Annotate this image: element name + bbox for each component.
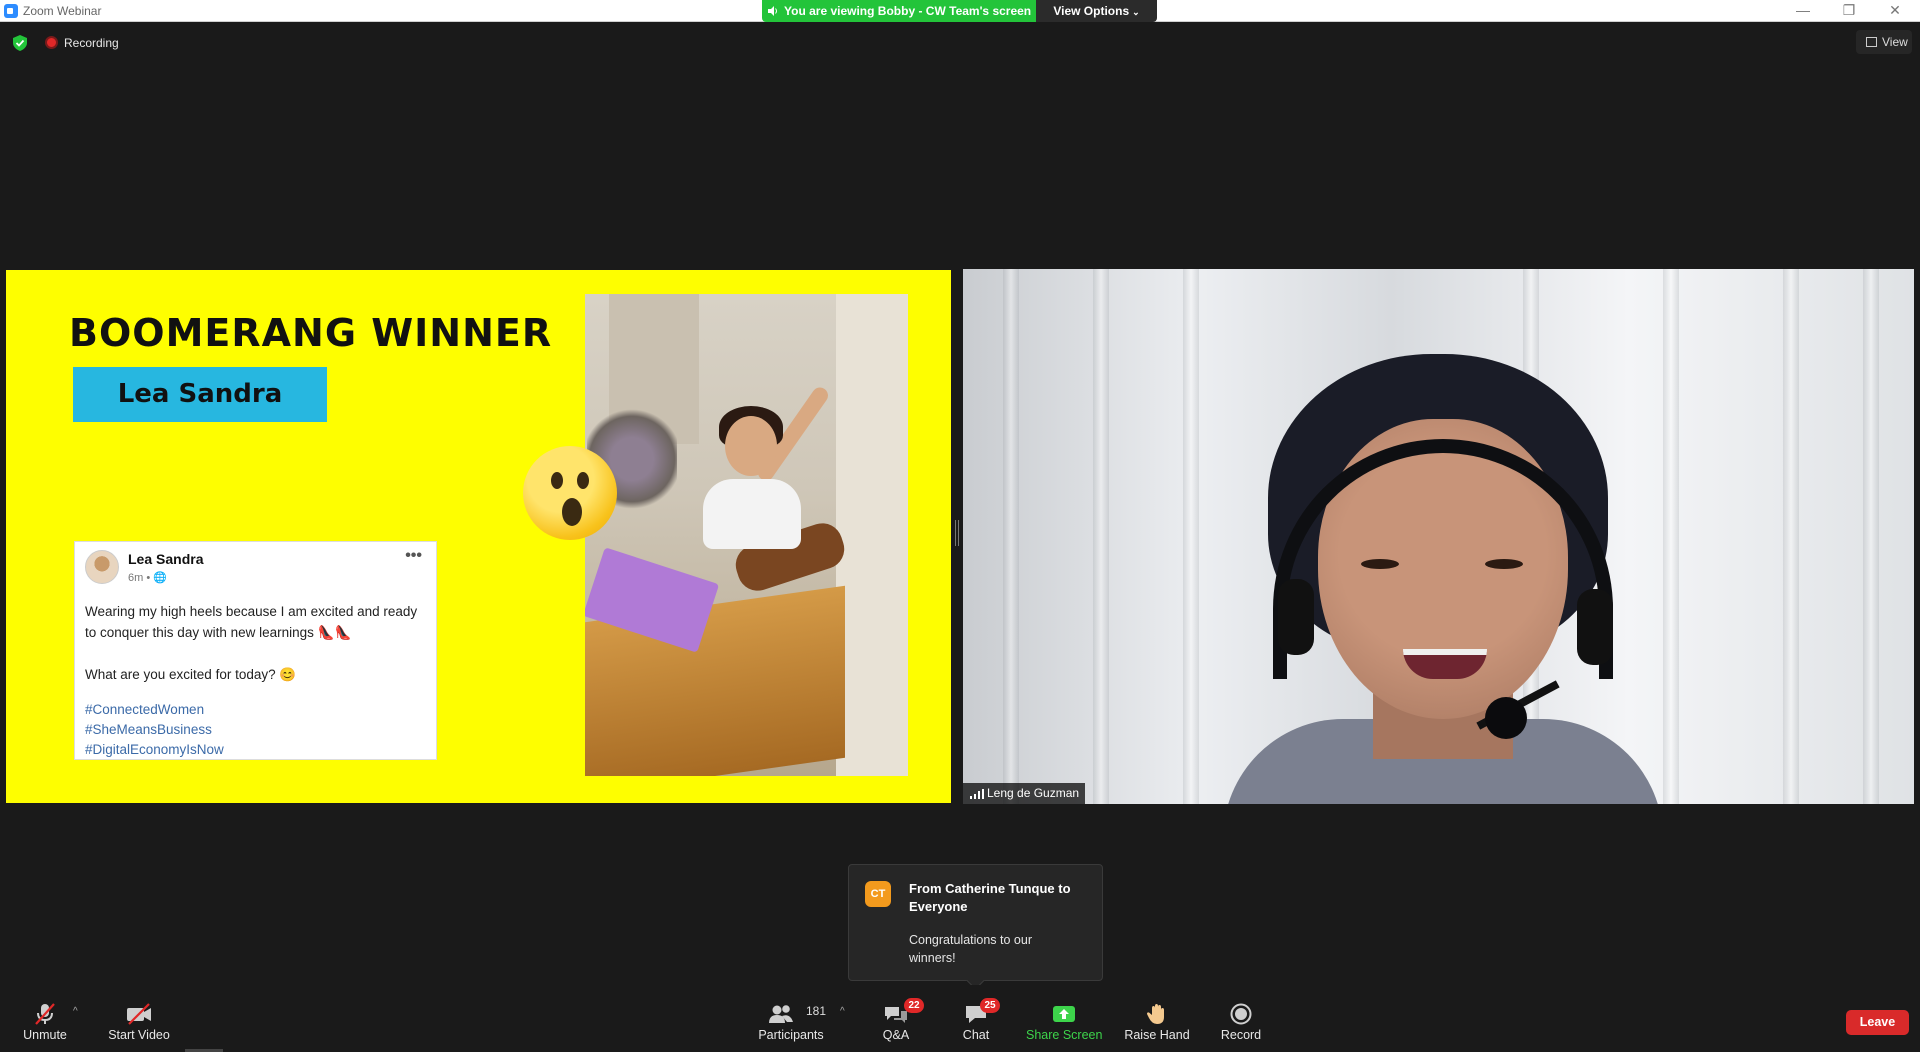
chevron-down-icon: ⌄	[1132, 7, 1140, 17]
hashtag-list: #ConnectedWomen #SheMeansBusiness #Digit…	[85, 700, 224, 760]
headset-mic	[1485, 697, 1527, 739]
start-video-button[interactable]: Start Video	[104, 985, 174, 1052]
participant-name: Leng de Guzman	[987, 786, 1080, 800]
video-off-icon	[127, 1003, 151, 1025]
restore-button[interactable]: ❐	[1826, 0, 1872, 22]
surprised-emoji-icon	[523, 446, 617, 540]
speaker-icon	[768, 6, 777, 16]
view-options-label: View Options	[1053, 4, 1130, 18]
signal-strength-icon	[970, 789, 984, 799]
share-screen-icon	[1053, 1006, 1075, 1022]
chat-label: Chat	[962, 1028, 990, 1042]
chat-message: Congratulations to our winners!	[909, 933, 1032, 965]
post-text-line: What are you excited for today? 😊	[85, 667, 297, 682]
qa-label: Q&A	[882, 1028, 910, 1042]
unmute-label: Unmute	[23, 1028, 67, 1042]
audio-options-caret[interactable]: ^	[73, 1006, 78, 1017]
participant-video	[963, 269, 1914, 804]
winner-name-box: Lea Sandra	[73, 367, 327, 422]
recording-label: Recording	[64, 36, 119, 50]
viewing-screen-text: You are viewing Bobby - CW Team's screen	[784, 4, 1032, 18]
participants-count: 181	[806, 1004, 827, 1018]
hashtag: #ConnectedWomen	[85, 702, 205, 717]
slide-title: BOOMERANG WINNER	[69, 311, 553, 355]
unmute-button[interactable]: Unmute	[14, 985, 76, 1052]
shield-icon[interactable]	[13, 35, 27, 51]
share-screen-label: Share Screen	[1026, 1028, 1103, 1042]
participants-label: Participants	[758, 1028, 824, 1042]
record-label: Record	[1220, 1028, 1262, 1042]
more-options-icon: •••	[405, 547, 422, 564]
view-options-button[interactable]: View Options ⌄	[1036, 0, 1157, 22]
chat-button[interactable]: 25 Chat	[950, 985, 1002, 1052]
raise-hand-label: Raise Hand	[1124, 1028, 1190, 1042]
split-view-divider[interactable]	[955, 520, 959, 546]
qa-button[interactable]: 22 Q&A	[870, 985, 924, 1052]
shared-screen: BOOMERANG WINNER Lea Sandra Lea Sandra 6…	[6, 270, 951, 803]
record-button[interactable]: Record	[1214, 985, 1268, 1052]
winner-photo	[585, 294, 908, 776]
raise-hand-icon	[1147, 1004, 1164, 1024]
chat-notification[interactable]: CT From Catherine Tunque to Everyone Con…	[848, 864, 1103, 981]
post-meta: 6m • 🌐	[128, 572, 167, 584]
record-icon	[1230, 1003, 1252, 1025]
zoom-app-icon	[4, 4, 18, 18]
hashtag: #DigitalEconomyIsNow	[85, 742, 224, 757]
chat-badge: 25	[980, 998, 1000, 1013]
social-post-card: Lea Sandra 6m • 🌐 ••• Wearing my high he…	[74, 541, 437, 760]
muted-mic-icon	[35, 1003, 55, 1025]
viewing-screen-banner: You are viewing Bobby - CW Team's screen	[762, 0, 1036, 22]
hashtag: #SheMeansBusiness	[85, 722, 212, 737]
leave-button[interactable]: Leave	[1846, 1010, 1909, 1035]
window-title: Zoom Webinar	[23, 4, 102, 18]
chat-sender: From Catherine Tunque to Everyone	[909, 881, 1071, 914]
start-video-label: Start Video	[108, 1028, 170, 1042]
sender-avatar: CT	[865, 881, 891, 907]
post-author: Lea Sandra	[128, 551, 204, 567]
post-text-line: Wearing my high heels because I am excit…	[85, 604, 418, 640]
recording-icon	[45, 36, 58, 49]
post-body: Wearing my high heels because I am excit…	[85, 601, 430, 706]
share-screen-button[interactable]: Share Screen	[1026, 985, 1102, 1052]
participant-name-tag: Leng de Guzman	[963, 783, 1086, 804]
raise-hand-button[interactable]: Raise Hand	[1124, 985, 1190, 1052]
qa-badge: 22	[904, 998, 924, 1013]
meeting-toolbar: Unmute ^ Start Video 181 Participants ^ …	[0, 985, 1920, 1052]
participants-options-caret[interactable]: ^	[840, 1006, 845, 1017]
minimize-button[interactable]: —	[1780, 0, 1826, 22]
grid-view-icon	[1866, 37, 1877, 47]
view-label: View	[1882, 35, 1908, 49]
avatar	[85, 550, 119, 584]
participants-button[interactable]: 181 Participants	[754, 985, 828, 1052]
close-button[interactable]: ✕	[1872, 0, 1918, 22]
participants-icon	[769, 1005, 793, 1023]
view-button[interactable]: View	[1856, 30, 1912, 54]
